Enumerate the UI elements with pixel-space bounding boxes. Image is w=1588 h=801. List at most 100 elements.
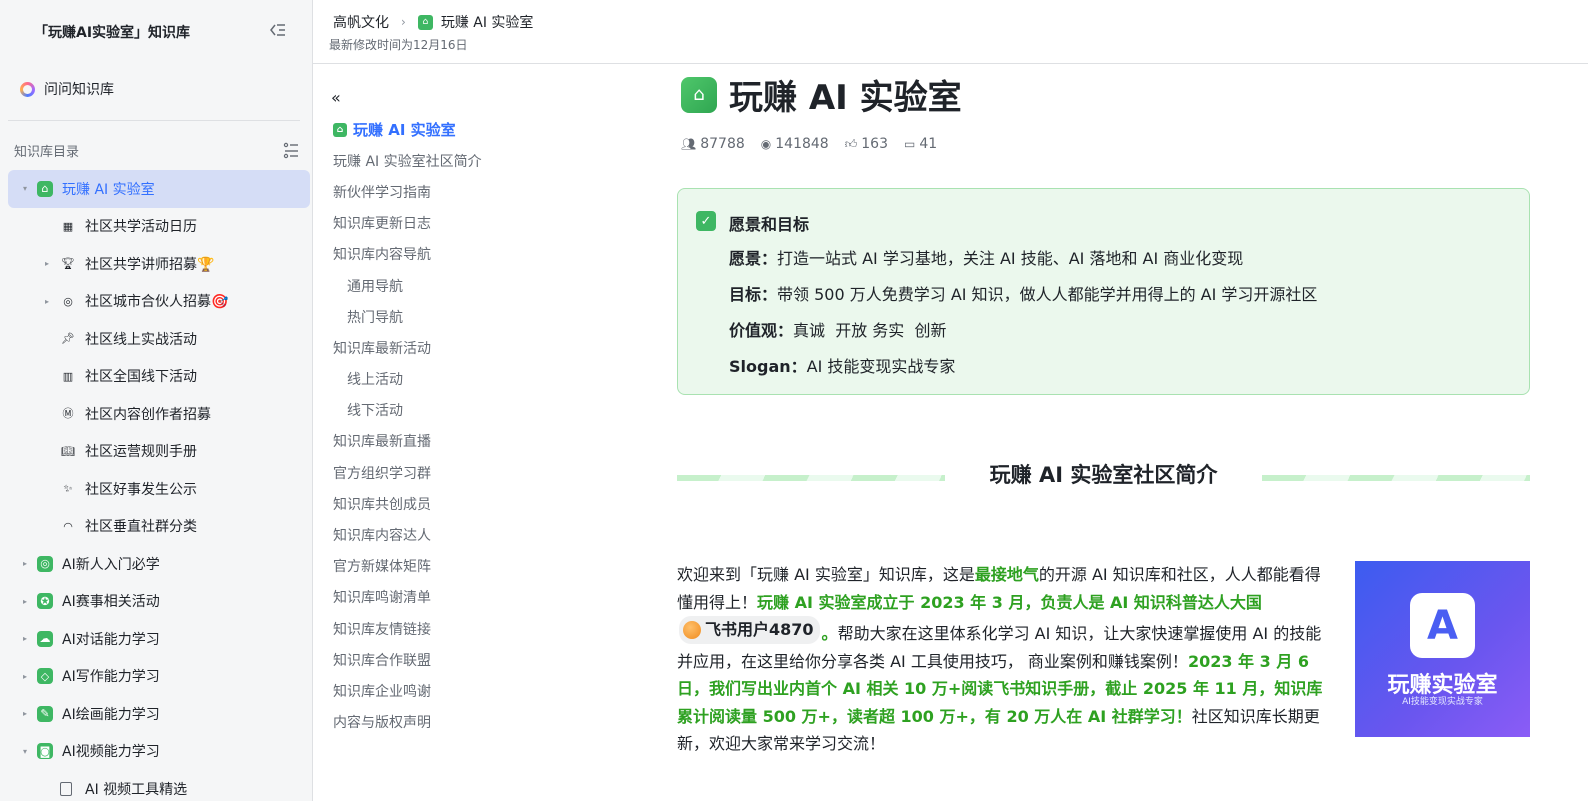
sidebar-divider (8, 120, 300, 121)
caret-right-icon[interactable]: ▸ (19, 595, 31, 607)
caret-right-icon[interactable]: ▸ (41, 258, 53, 270)
sidebar-item[interactable]: ▸ ◇ AI写作能力学习 (8, 658, 310, 696)
toc-item[interactable]: 知识库最新活动 (333, 332, 482, 363)
sparkles-icon: ✨︎ (63, 482, 73, 496)
ask-wiki-label: 问问知识库 (44, 82, 114, 98)
toc-item-label: 知识库合作联盟 (333, 652, 431, 669)
sidebar-item-label: AI新人入门必学 (62, 556, 160, 573)
toc-item-label: 官方组织学习群 (333, 465, 431, 482)
wiki-title: 「玩赚AI实验室」知识库 (34, 25, 191, 41)
home-icon: ⌂ (37, 180, 53, 197)
toc-item[interactable]: ⌂ 玩赚 AI 实验室 (333, 114, 482, 145)
caret-down-icon[interactable]: ▾ (19, 183, 31, 195)
toc-item-label: 知识库鸣谢清单 (333, 590, 431, 607)
toc-item[interactable]: 知识库企业鸣谢 (333, 675, 482, 706)
toc-item[interactable]: 新伙伴学习指南 (333, 176, 482, 207)
toc-item[interactable]: 官方组织学习群 (333, 457, 482, 488)
building-icon: ▥ (62, 369, 74, 383)
target-icon: ◎ (63, 294, 73, 308)
caret-spacer (41, 370, 53, 382)
caret-right-icon[interactable]: ▸ (19, 670, 31, 682)
sidebar-item[interactable]: ▾ ◙ AI视频能力学习 (8, 733, 310, 771)
collapse-toc-icon[interactable]: « (331, 88, 341, 107)
comments-count: 41 (919, 136, 938, 152)
sidebar-item[interactable]: ▸ 🏆︎ 社区共学讲师招募🏆 (8, 245, 310, 283)
sidebar-item-label: 社区好事发生公示 (85, 481, 197, 498)
sidebar-item[interactable]: Ⓜ 社区内容创作者招募 (8, 395, 310, 433)
ask-wiki-button[interactable]: 问问知识库 (20, 78, 114, 100)
toc-item[interactable]: 知识库内容达人 (333, 519, 482, 550)
toc-item-label: 知识库更新日志 (333, 216, 431, 233)
caret-spacer (41, 333, 53, 345)
collapse-sidebar-icon[interactable] (268, 20, 288, 40)
likes-stat[interactable]: 👍︎ 163 (845, 136, 888, 152)
sidebar-item[interactable]: ▸ ✪ AI赛事相关活动 (8, 583, 310, 621)
callout-line: Slogan：AI 技能变现实战专家 (729, 357, 956, 376)
last-modified: 最新修改时间为12月16日 (329, 38, 468, 52)
caret-right-icon[interactable]: ▸ (19, 633, 31, 645)
toc-item[interactable]: 知识库鸣谢清单 (333, 582, 482, 613)
caret-right-icon[interactable]: ▸ (41, 295, 53, 307)
toc-item-label: 热门导航 (347, 309, 403, 326)
members-count: 87788 (700, 136, 745, 152)
toc-item[interactable]: 玩赚 AI 实验室社区简介 (333, 145, 482, 176)
comments-stat[interactable]: ▭ 41 (904, 136, 937, 152)
caret-spacer (41, 445, 53, 457)
sidebar-item[interactable]: ▦ 社区共学活动日历 (8, 208, 310, 246)
sidebar-item[interactable]: AI 视频工具精选 (8, 770, 310, 801)
toc-item[interactable]: 线下活动 (333, 395, 482, 426)
section-heading-banner: 玩赚 AI 实验室社区简介 (677, 459, 1530, 489)
sidebar-item-label: 社区运营规则手册 (85, 444, 197, 461)
toc-item-label: 玩赚 AI 实验室 (353, 121, 456, 140)
sidebar-item[interactable]: ▥ 社区全国线下活动 (8, 358, 310, 396)
avatar (683, 620, 701, 639)
sidebar-item-label: AI绘画能力学习 (62, 706, 160, 723)
toc-item-label: 线下活动 (347, 403, 403, 420)
caret-down-icon[interactable]: ▾ (19, 745, 31, 757)
wiki-tree: ▾ ⌂ 玩赚 AI 实验室 ▦ 社区共学活动日历 ▸ 🏆︎ 社区共学讲师招募🏆 ▸ ◎ 社区城市合伙… (8, 170, 310, 801)
list-toggle-icon[interactable] (282, 141, 300, 159)
user-mention[interactable]: 飞书用户4870 (679, 616, 820, 644)
page-title: ⌂ 玩赚 AI 实验室 (681, 70, 962, 119)
breadcrumb-parent[interactable]: 高帆文化 (333, 12, 389, 32)
toc-item[interactable]: 通用导航 (333, 270, 482, 301)
intro-paragraph: 欢迎来到「玩赚 AI 实验室」知识库，这是最接地气的开源 AI 知识库和社区，人… (677, 565, 1323, 754)
toc-item-label: 知识库友情链接 (333, 621, 431, 638)
comment-icon: ▭ (904, 137, 916, 151)
sidebar-item[interactable]: 📌︎ 社区线上实战活动 (8, 320, 310, 358)
toc-item[interactable]: 线上活动 (333, 364, 482, 395)
sidebar-item[interactable]: ▾ ⌂ 玩赚 AI 实验室 (8, 170, 310, 208)
sidebar-item[interactable]: ▸ ◎ 社区城市合伙人招募🎯 (8, 283, 310, 321)
badge-icon: ✪ (37, 593, 53, 610)
sidebar-item[interactable]: ▸ ◎ AI新人入门必学 (8, 545, 310, 583)
edit-icon: ✎ (37, 705, 53, 722)
breadcrumb-current[interactable]: 玩赚 AI 实验室 (441, 12, 534, 32)
toc-item[interactable]: 热门导航 (333, 301, 482, 332)
sidebar-item[interactable]: 📖︎ 社区运营规则手册 (8, 433, 310, 471)
caret-spacer (41, 408, 53, 420)
home-icon: ⌂ (681, 76, 717, 113)
toc-item[interactable]: 知识库内容导航 (333, 239, 482, 270)
toc-item[interactable]: 知识库最新直播 (333, 426, 482, 457)
toc-item[interactable]: 知识库合作联盟 (333, 644, 482, 675)
sidebar-item[interactable]: ✨︎ 社区好事发生公示 (8, 470, 310, 508)
sidebar-item[interactable]: ▸ ✎ AI绘画能力学习 (8, 695, 310, 733)
toc-item[interactable]: 官方新媒体矩阵 (333, 551, 482, 582)
toc-item[interactable]: 知识库共创成员 (333, 488, 482, 519)
logo-tagline: AI技能变现实战专家 (1402, 697, 1483, 707)
sidebar-item[interactable]: ◠ 社区垂直社群分类 (8, 508, 310, 546)
toc-item-label: 官方新媒体矩阵 (333, 559, 431, 576)
sidebar-item-label: 玩赚 AI 实验室 (62, 181, 155, 198)
toc-item[interactable]: 知识库更新日志 (333, 208, 482, 239)
caret-right-icon[interactable]: ▸ (19, 558, 31, 570)
sidebar-item[interactable]: ▸ ☁ AI对话能力学习 (8, 620, 310, 658)
vision-callout: ✓ 愿景和目标 愿景：打造一站式 AI 学习基地，关注 AI 技能、AI 落地和… (677, 188, 1530, 395)
tag-icon: ◇ (37, 668, 53, 685)
ai-ring-icon (20, 81, 35, 97)
caret-right-icon[interactable]: ▸ (19, 708, 31, 720)
sidebar-item-label: 社区内容创作者招募 (85, 406, 211, 423)
toc-item[interactable]: 内容与版权声明 (333, 707, 482, 738)
sidebar-item-label: AI视频能力学习 (62, 744, 160, 761)
toc-item[interactable]: 知识库友情链接 (333, 613, 482, 644)
callout-line: 价值观：真诚 开放 务实 创新 (729, 321, 947, 340)
